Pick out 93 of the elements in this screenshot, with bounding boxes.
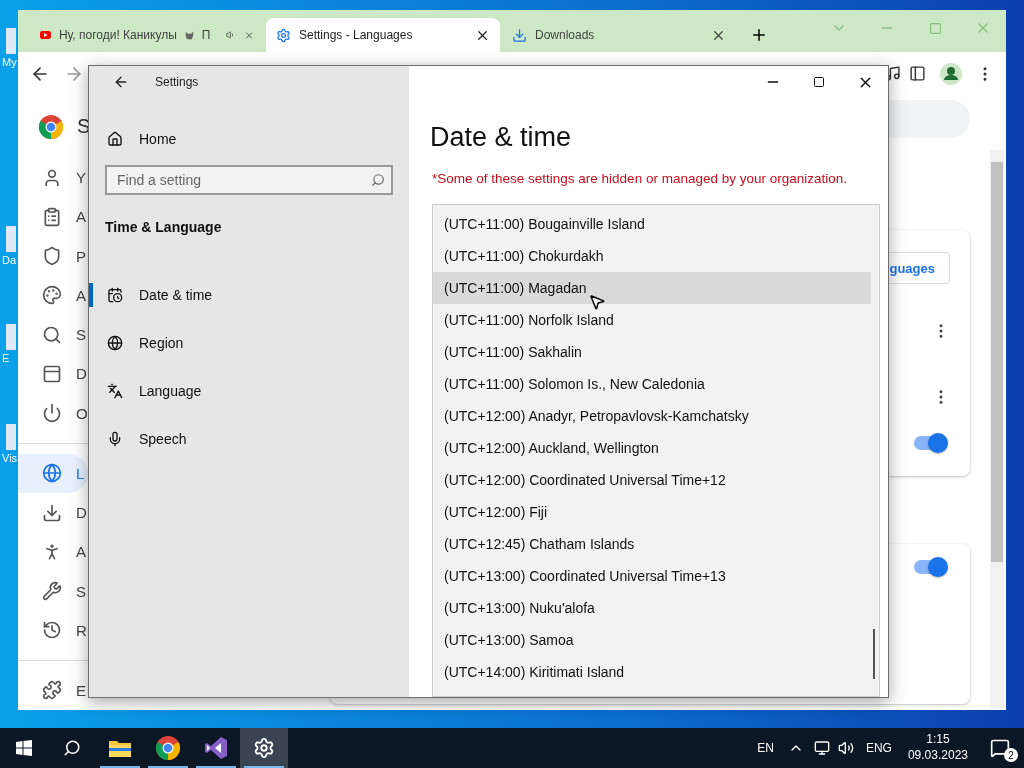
- time-zone-option[interactable]: (UTC+13:00) Samoa: [433, 624, 871, 656]
- time-zone-option[interactable]: (UTC+14:00) Kiritimati Island: [433, 656, 871, 688]
- sidebar-item[interactable]: O: [18, 393, 88, 433]
- sidebar-item[interactable]: R: [18, 610, 88, 650]
- power-icon: [42, 403, 62, 424]
- time-zone-option[interactable]: (UTC+13:00) Coordinated Universal Time+13: [433, 560, 871, 592]
- time-zone-option[interactable]: (UTC+12:00) Coordinated Universal Time+12: [433, 464, 871, 496]
- calendar-clock-icon: [107, 287, 123, 303]
- globe-icon: [107, 335, 123, 351]
- search-icon: [371, 173, 385, 187]
- taskbar-app[interactable]: [240, 728, 288, 768]
- sidebar-item[interactable]: D: [18, 492, 88, 533]
- nav-item[interactable]: Region: [89, 319, 393, 367]
- browser-tab[interactable]: Settings - Languages: [266, 18, 500, 52]
- tab-title: П: [201, 28, 211, 42]
- nav-item[interactable]: Date & time: [89, 271, 393, 319]
- folder-icon: [109, 739, 131, 757]
- time-zone-option[interactable]: (UTC+11:00) Chokurdakh: [433, 240, 871, 272]
- chrome-logo-icon: [39, 114, 63, 139]
- search-icon[interactable]: [63, 739, 81, 757]
- clipboard-icon: [42, 206, 62, 227]
- wrench-icon: [42, 581, 62, 601]
- time-zone-option[interactable]: (UTC+11:00) Sakhalin: [433, 336, 871, 368]
- back-icon[interactable]: [113, 74, 129, 90]
- sidebar-item[interactable]: E: [18, 670, 88, 711]
- notification-button[interactable]: 2: [976, 728, 1024, 768]
- time-zone-option[interactable]: (UTC+12:00) Anadyr, Petropavlovsk-Kamchatsky: [433, 400, 871, 432]
- history-icon: [42, 620, 62, 641]
- new-tab-icon[interactable]: [750, 26, 768, 44]
- nav-item[interactable]: Language: [89, 367, 393, 415]
- page-title: Date & time: [430, 122, 573, 153]
- volume-icon[interactable]: [837, 740, 854, 756]
- download-icon: [42, 502, 62, 523]
- tab-title: Downloads: [535, 28, 595, 42]
- clock[interactable]: 1:15 09.03.2023: [899, 732, 976, 764]
- side-panel-icon[interactable]: [909, 65, 926, 82]
- globe-icon: [42, 463, 62, 484]
- gear-icon: [253, 737, 275, 759]
- microphone-icon: [107, 431, 123, 447]
- browser-window-icon: [42, 363, 62, 384]
- time-zone-option[interactable]: (UTC+11:00) Solomon Is., New Caledonia: [433, 368, 871, 400]
- time-zone-option[interactable]: (UTC+12:00) Auckland, Wellington: [433, 432, 871, 464]
- shield-icon: [42, 246, 62, 267]
- network-icon[interactable]: [813, 740, 830, 756]
- speaker-icon[interactable]: [226, 28, 236, 42]
- toggle-switch[interactable]: [914, 436, 946, 450]
- language-indicator[interactable]: ENG: [857, 741, 900, 755]
- sidebar-item[interactable]: S: [18, 571, 88, 611]
- gear-icon: [276, 27, 291, 43]
- search-icon: [42, 324, 62, 345]
- browser-tab[interactable]: Ну, погоди! Каникулы П: [30, 18, 264, 52]
- message-icon: [990, 738, 1010, 758]
- notification-count: 2: [1004, 748, 1018, 762]
- sidebar-item[interactable]: S: [18, 315, 88, 355]
- nav-item[interactable]: Home: [89, 115, 393, 163]
- chrome-logo-icon: [156, 736, 180, 760]
- search-field[interactable]: Find a setting: [105, 165, 393, 195]
- time-zone-option[interactable]: (UTC+12:45) Chatham Islands: [433, 528, 871, 560]
- sidebar-item[interactable]: D: [18, 354, 88, 394]
- language-icon: [107, 383, 123, 399]
- nav-item[interactable]: Speech: [89, 415, 393, 463]
- browser-tab[interactable]: Downloads: [502, 18, 736, 52]
- time-zone-option[interactable]: (UTC+11:00) Norfolk Island: [433, 304, 871, 336]
- time-zone-option[interactable]: (UTC+11:00) Bougainville Island: [433, 208, 871, 240]
- sidebar-item[interactable]: A: [18, 275, 88, 315]
- infinity-logo-icon: [204, 736, 228, 760]
- time-zone-option[interactable]: (UTC+11:00) Magadan: [433, 272, 871, 304]
- sidebar-item[interactable]: L: [18, 453, 88, 493]
- play-icon: [40, 29, 51, 41]
- time-zone-option[interactable]: (UTC+13:00) Nuku'alofa: [433, 592, 871, 624]
- tab-title: Ну, погоди! Каникулы: [58, 28, 177, 42]
- person-icon: [42, 167, 62, 188]
- maximize-icon[interactable]: [813, 76, 825, 88]
- scrollbar[interactable]: [990, 150, 1004, 708]
- input-indicator[interactable]: EN: [749, 741, 782, 755]
- puzzle-icon: [42, 680, 62, 701]
- policy-notice: *Some of these settings are hidden or managed by your organization.: [432, 171, 848, 186]
- home-icon: [107, 131, 123, 147]
- toggle-switch[interactable]: [914, 560, 946, 574]
- sidebar-item[interactable]: P: [18, 236, 88, 276]
- mouse-pointer-icon: [588, 293, 606, 311]
- window-title: Settings: [155, 75, 199, 89]
- time-zone-option[interactable]: (UTC+12:00) Fiji: [433, 496, 871, 528]
- download-icon: [512, 27, 527, 43]
- sidebar-item[interactable]: Y: [18, 158, 88, 198]
- sidebar-item[interactable]: A: [18, 532, 88, 572]
- section-heading: Time & Language: [105, 219, 223, 235]
- palette-icon: [42, 285, 62, 306]
- tab-title: Settings - Languages: [299, 28, 413, 42]
- avatar-icon[interactable]: [940, 62, 962, 85]
- scrollbar[interactable]: [873, 629, 875, 679]
- windows-logo-icon[interactable]: [16, 740, 32, 756]
- sidebar-item[interactable]: A: [18, 197, 88, 237]
